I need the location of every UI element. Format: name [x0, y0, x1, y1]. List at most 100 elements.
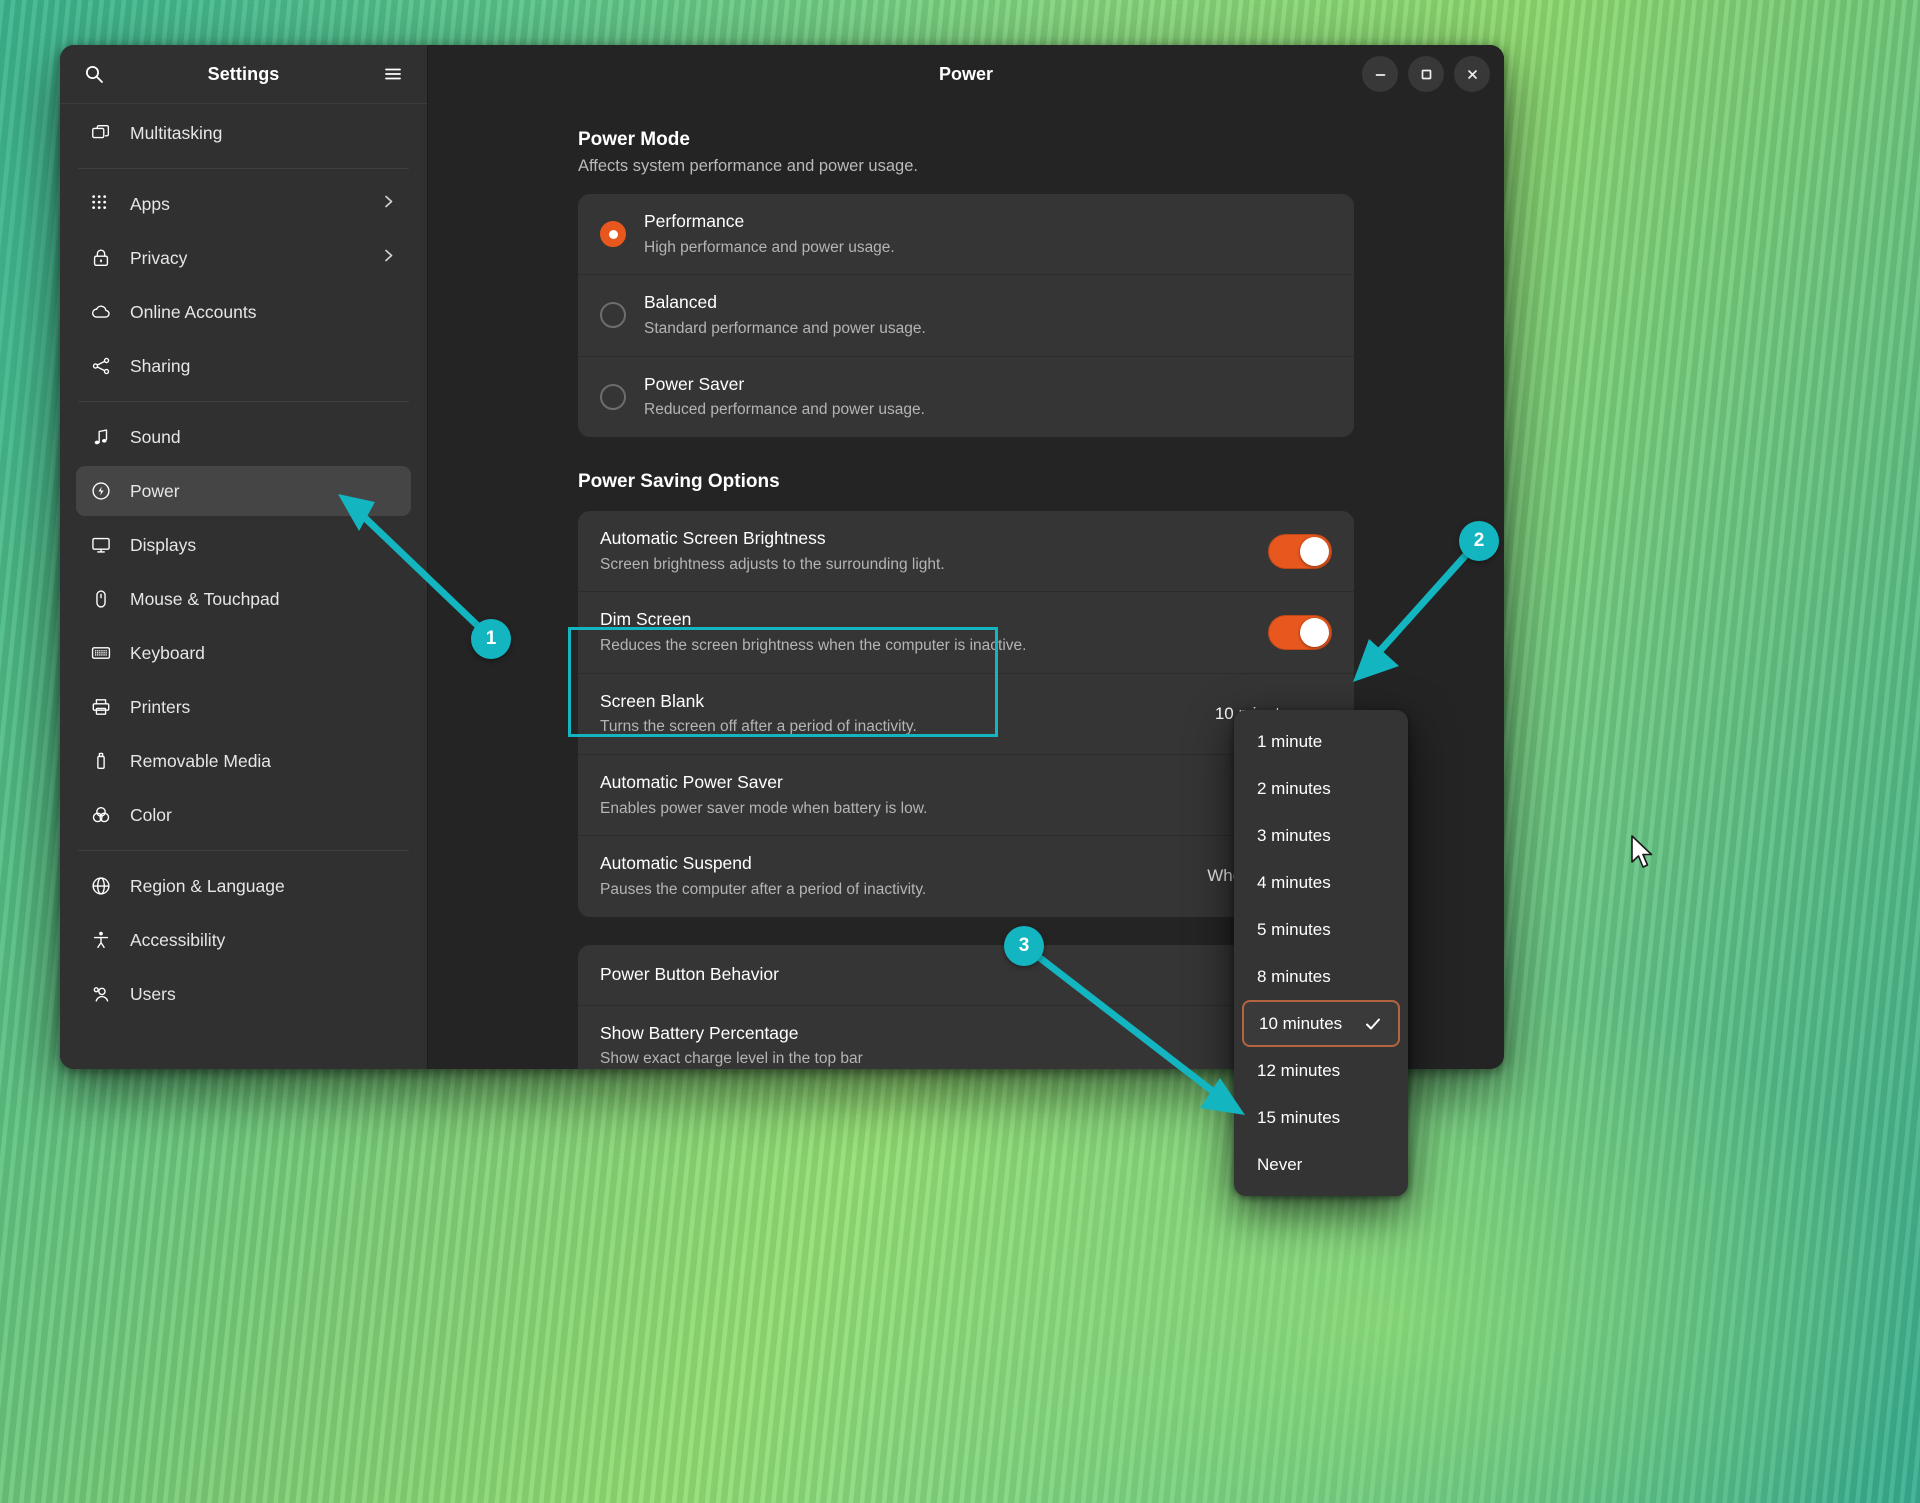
dropdown-option-2-minutes[interactable]: 2 minutes	[1242, 765, 1400, 812]
sidebar-item-mouse-touchpad[interactable]: Mouse & Touchpad	[76, 574, 411, 624]
screen-blank-dropdown-menu[interactable]: 1 minute 2 minutes 3 minutes 4 minutes 5 min…	[1234, 710, 1408, 1196]
sidebar-divider	[78, 168, 409, 169]
share-nodes-icon	[90, 355, 112, 377]
sidebar-item-keyboard[interactable]: Keyboard	[76, 628, 411, 678]
power-mode-card: Performance High performance and power us…	[578, 194, 1354, 437]
usb-drive-icon	[90, 750, 112, 772]
sidebar-nav-list: Multitasking Apps Privacy Online Accounts Sh…	[60, 104, 427, 1069]
sidebar-item-online-accounts[interactable]: Online Accounts	[76, 287, 411, 337]
sidebar-item-sharing[interactable]: Sharing	[76, 341, 411, 391]
option-label: Balanced	[644, 292, 717, 313]
sidebar-item-label: Online Accounts	[130, 301, 257, 322]
screen-blank-highlight-box	[568, 627, 998, 737]
sidebar-item-multitasking[interactable]: Multitasking	[76, 108, 411, 158]
sidebar-item-label: Sound	[130, 426, 181, 447]
row-texts: Power Button Behavior	[600, 963, 1293, 987]
row-title: Automatic Power Saver	[600, 771, 783, 792]
option-texts: Performance High performance and power us…	[644, 210, 1332, 258]
sidebar-item-label: Printers	[130, 696, 191, 717]
maximize-icon[interactable]	[1408, 56, 1444, 92]
row-sub: Show exact charge level in the top bar	[600, 1050, 863, 1068]
radio-button[interactable]	[600, 383, 626, 410]
close-icon[interactable]	[1454, 56, 1490, 92]
dropdown-option-label: 1 minute	[1257, 731, 1323, 751]
sidebar-item-label: Power	[130, 480, 180, 501]
globe-icon	[90, 875, 112, 897]
dropdown-option-label: 3 minutes	[1257, 825, 1331, 845]
lock-icon	[90, 247, 112, 269]
row-sub: Pauses the computer after a period of in…	[600, 880, 927, 898]
option-sub: High performance and power usage.	[644, 238, 895, 256]
power-mode-option-balanced[interactable]: Balanced Standard performance and power u…	[578, 274, 1354, 355]
row-title: Automatic Screen Brightness	[600, 527, 826, 548]
dropdown-option-label: 5 minutes	[1257, 919, 1331, 939]
sidebar-item-removable-media[interactable]: Removable Media	[76, 736, 411, 786]
dropdown-option-label: 2 minutes	[1257, 778, 1331, 798]
toggle-knob	[1300, 536, 1329, 566]
option-texts: Power Saver Reduced performance and power…	[644, 373, 1332, 421]
dropdown-option-never[interactable]: Never	[1242, 1141, 1400, 1188]
sidebar: Settings Multitasking Apps Privacy Online A…	[60, 45, 428, 1069]
apps-grid-icon	[90, 193, 112, 215]
toggle-switch[interactable]	[1268, 614, 1332, 650]
sidebar-item-power[interactable]: Power	[76, 466, 411, 516]
dropdown-option-3-minutes[interactable]: 3 minutes	[1242, 812, 1400, 859]
power-bolt-icon	[90, 480, 112, 502]
sidebar-item-apps[interactable]: Apps	[76, 179, 411, 229]
row-sub: Enables power saver mode when battery is…	[600, 799, 928, 817]
color-circles-icon	[90, 804, 112, 826]
sidebar-item-label: Color	[130, 804, 172, 825]
sidebar-item-label: Keyboard	[130, 642, 205, 663]
sidebar-item-printers[interactable]: Printers	[76, 682, 411, 732]
mouse-icon	[90, 588, 112, 610]
sidebar-item-users[interactable]: Users	[76, 969, 411, 1019]
search-icon[interactable]	[76, 56, 112, 92]
dropdown-option-12-minutes[interactable]: 12 minutes	[1242, 1047, 1400, 1094]
dropdown-option-1-minute[interactable]: 1 minute	[1242, 718, 1400, 765]
dropdown-option-10-minutes[interactable]: 10 minutes	[1242, 1000, 1400, 1047]
cloud-icon	[90, 301, 112, 323]
sidebar-item-label: Users	[130, 983, 176, 1004]
mouse-cursor	[1630, 835, 1656, 876]
check-icon	[1363, 1014, 1383, 1034]
power-mode-option-power-saver[interactable]: Power Saver Reduced performance and power…	[578, 355, 1354, 437]
sidebar-divider	[78, 401, 409, 402]
hamburger-menu-icon[interactable]	[375, 56, 411, 92]
sidebar-item-privacy[interactable]: Privacy	[76, 233, 411, 283]
monitor-icon	[90, 534, 112, 556]
sidebar-item-region-language[interactable]: Region & Language	[76, 861, 411, 911]
option-label: Performance	[644, 211, 745, 231]
sidebar-header: Settings	[60, 45, 427, 103]
sidebar-item-accessibility[interactable]: Accessibility	[76, 915, 411, 965]
row-title: Show Battery Percentage	[600, 1022, 799, 1043]
power-mode-option-performance[interactable]: Performance High performance and power us…	[578, 194, 1354, 274]
titlebar: Power	[428, 45, 1504, 103]
row-sub: Screen brightness adjusts to the surroun…	[600, 555, 945, 573]
sidebar-item-label: Sharing	[130, 355, 191, 376]
row-title: Power Button Behavior	[600, 963, 779, 984]
radio-button[interactable]	[600, 302, 626, 329]
row-texts: Automatic Power Saver Enables power saver…	[600, 771, 1332, 819]
dropdown-option-label: 10 minutes	[1259, 1013, 1343, 1033]
sidebar-item-sound[interactable]: Sound	[76, 412, 411, 462]
radio-button[interactable]	[600, 221, 626, 248]
dropdown-option-label: 15 minutes	[1257, 1107, 1341, 1127]
minimize-icon[interactable]	[1362, 56, 1398, 92]
dropdown-option-5-minutes[interactable]: 5 minutes	[1242, 906, 1400, 953]
toggle-switch[interactable]	[1268, 533, 1332, 569]
sidebar-item-color[interactable]: Color	[76, 790, 411, 840]
sidebar-item-displays[interactable]: Displays	[76, 520, 411, 570]
chevron-right-icon	[380, 247, 397, 269]
option-sub: Standard performance and power usage.	[644, 319, 926, 337]
dropdown-option-4-minutes[interactable]: 4 minutes	[1242, 859, 1400, 906]
page-title: Power	[938, 63, 994, 84]
sidebar-item-label: Privacy	[130, 247, 188, 268]
option-label: Power Saver	[644, 373, 745, 394]
dropdown-option-15-minutes[interactable]: 15 minutes	[1242, 1094, 1400, 1141]
sidebar-item-label: Apps	[130, 193, 170, 214]
setting-row-automatic-screen-brightness[interactable]: Automatic Screen Brightness Screen bright…	[578, 511, 1354, 591]
dropdown-option-label: 8 minutes	[1257, 966, 1331, 986]
dropdown-option-8-minutes[interactable]: 8 minutes	[1242, 953, 1400, 1000]
power-mode-description: Affects system performance and power usa…	[578, 157, 918, 175]
sidebar-item-label: Multitasking	[130, 122, 223, 143]
